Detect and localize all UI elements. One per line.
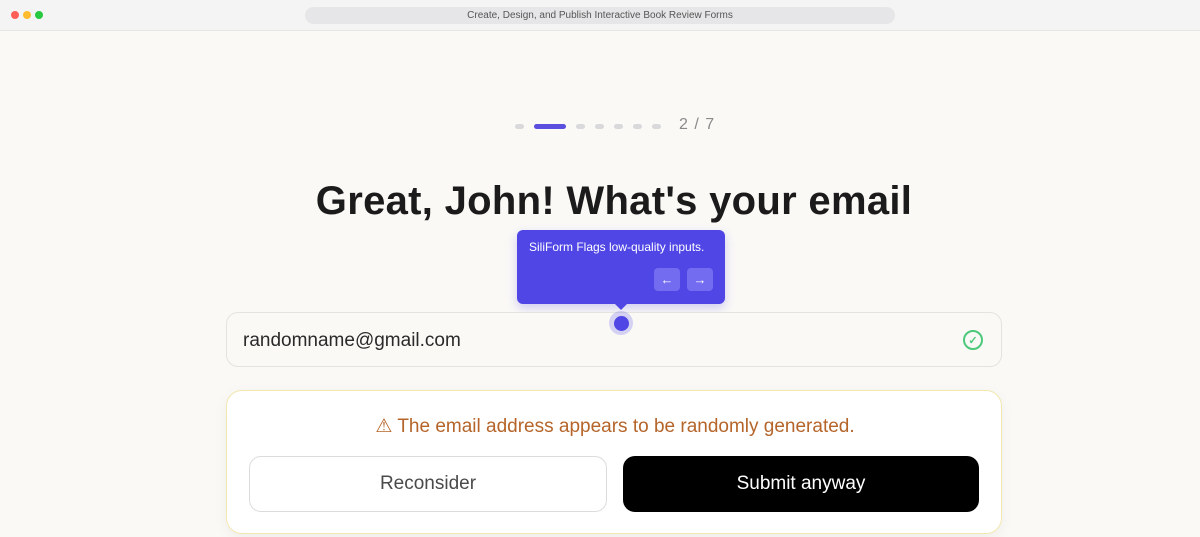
check-circle-icon: ✓ (963, 330, 983, 350)
progress-indicator (515, 122, 671, 130)
progress-step (595, 123, 604, 129)
progress-step (633, 123, 642, 129)
arrow-right-icon: → (693, 272, 707, 287)
step-counter: 2 / 7 (679, 116, 716, 133)
address-bar[interactable]: Create, Design, and Publish Interactive … (305, 7, 895, 24)
progress-step (576, 123, 585, 129)
tooltip-caret (615, 304, 627, 310)
question-title: Great, John! What's your email (315, 179, 913, 223)
reconsider-button[interactable]: Reconsider (249, 456, 607, 512)
progress-step (652, 123, 661, 129)
progress-step (614, 123, 623, 129)
tooltip-prev-button[interactable]: ← (654, 268, 680, 291)
progress-step (515, 123, 524, 129)
tour-beacon[interactable] (609, 311, 633, 335)
onboarding-tooltip: SiliForm Flags low-quality inputs. ← → (517, 230, 725, 310)
email-value[interactable]: randomname@gmail.com (243, 330, 461, 352)
beacon-core (613, 315, 629, 331)
validation-warning-card: ⚠ The email address appears to be random… (226, 390, 1002, 534)
progress-step-active (534, 123, 566, 129)
browser-titlebar: Create, Design, and Publish Interactive … (0, 0, 1200, 31)
submit-anyway-button[interactable]: Submit anyway (623, 456, 979, 512)
arrow-left-icon: ← (660, 272, 674, 287)
form-page: 2 / 7 Great, John! What's your email Sil… (0, 31, 1200, 537)
minimize-window-button[interactable] (23, 11, 31, 19)
tooltip-text: SiliForm Flags low-quality inputs. (529, 240, 705, 254)
close-window-button[interactable] (11, 11, 19, 19)
maximize-window-button[interactable] (35, 11, 43, 19)
warning-message: ⚠ The email address appears to be random… (375, 416, 855, 437)
tooltip-next-button[interactable]: → (687, 268, 713, 291)
window-title: Create, Design, and Publish Interactive … (467, 10, 733, 21)
